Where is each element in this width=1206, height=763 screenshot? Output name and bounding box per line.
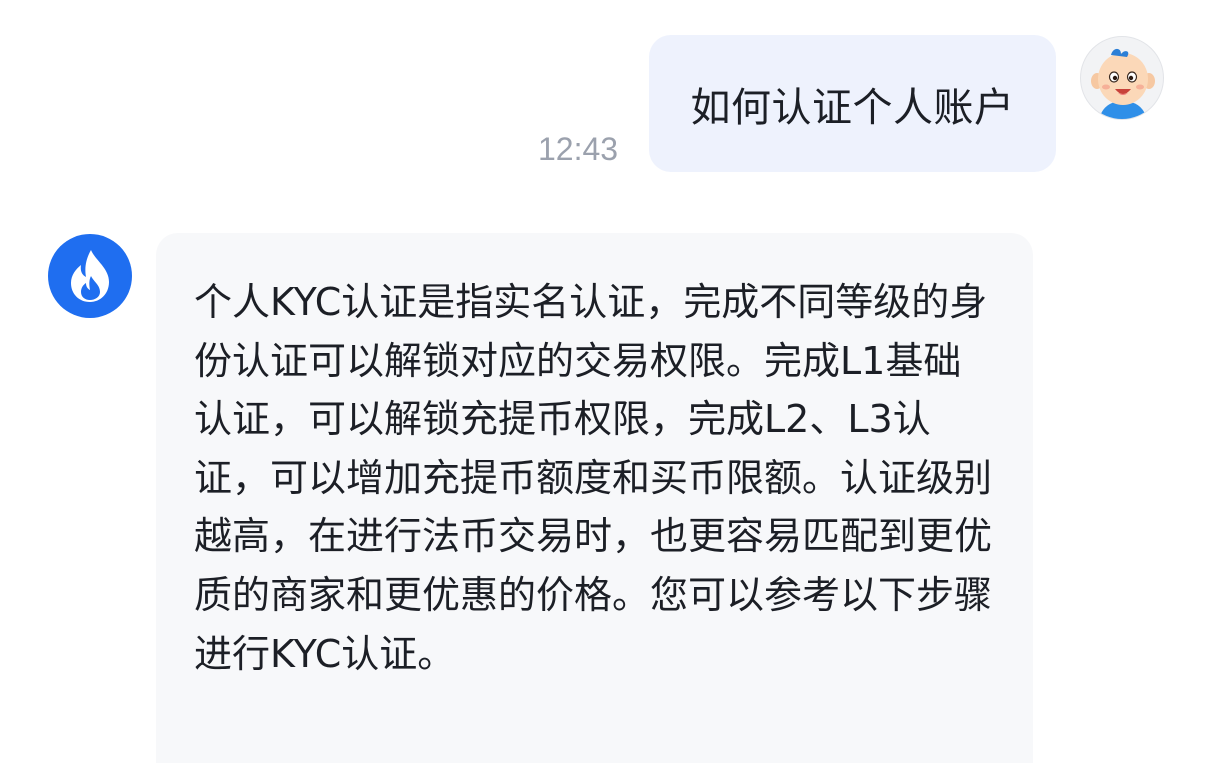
user-message-text: 如何认证个人账户 bbox=[690, 84, 1015, 131]
bot-avatar[interactable] bbox=[48, 234, 132, 318]
message-timestamp: 12:43 bbox=[538, 131, 619, 167]
flame-logo-icon bbox=[71, 250, 109, 302]
bot-message-text: 个人KYC认证是指实名认证，完成不同等级的身份认证可以解锁对应的交易权限。完成L… bbox=[194, 280, 993, 676]
cartoon-baby-avatar-icon bbox=[1091, 48, 1155, 119]
bot-message-bubble[interactable]: 个人KYC认证是指实名认证，完成不同等级的身份认证可以解锁对应的交易权限。完成L… bbox=[156, 233, 1033, 763]
user-message-bubble[interactable]: 如何认证个人账户 bbox=[649, 35, 1056, 172]
user-avatar[interactable] bbox=[1080, 36, 1164, 120]
